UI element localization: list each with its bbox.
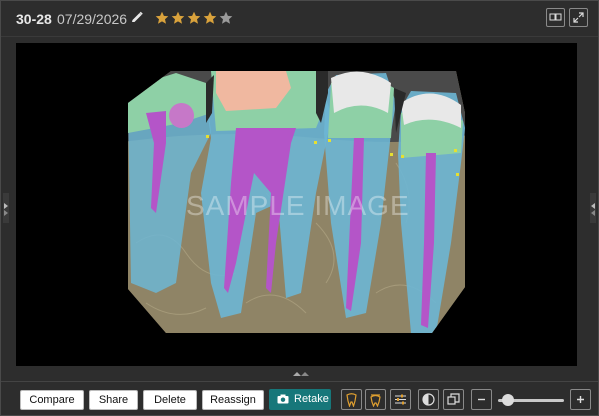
compare-layout-button[interactable] <box>546 8 565 27</box>
expand-icon <box>573 12 584 23</box>
star-filled-icon[interactable] <box>203 11 217 25</box>
retake-label: Retake <box>294 393 329 405</box>
right-panel-toggle[interactable] <box>590 193 596 223</box>
contrast-tool-button[interactable] <box>418 389 439 410</box>
tooth-icon <box>346 393 357 407</box>
sample-watermark: SAMPLE IMAGE <box>186 190 410 221</box>
bottom-toolbar: Compare Share Delete Reassign Retake <box>1 381 598 416</box>
plus-icon <box>577 396 584 403</box>
compare-layout-icon <box>549 13 562 21</box>
rating-stars[interactable] <box>155 11 233 25</box>
share-button[interactable]: Share <box>89 390 138 410</box>
reassign-button[interactable]: Reassign <box>202 390 264 410</box>
copy-tool-button[interactable] <box>443 389 464 410</box>
zoom-in-button[interactable] <box>570 389 591 410</box>
star-filled-icon[interactable] <box>155 11 169 25</box>
camera-icon <box>277 394 289 404</box>
tooth-crown-tool-button[interactable] <box>365 389 386 410</box>
compare-button[interactable]: Compare <box>20 390 84 410</box>
viewer-header: 30-28 07/29/2026 <box>1 1 598 37</box>
tooth-crown-icon <box>370 394 381 407</box>
adjust-tool-button[interactable] <box>390 389 411 410</box>
retake-button[interactable]: Retake <box>269 389 331 410</box>
tooth-tool-button[interactable] <box>341 389 362 410</box>
star-filled-icon[interactable] <box>187 11 201 25</box>
record-date: 07/29/2026 <box>57 11 128 27</box>
zoom-slider-thumb[interactable] <box>501 394 514 406</box>
left-panel-toggle[interactable] <box>3 193 9 223</box>
sliders-icon <box>395 394 406 405</box>
star-filled-icon[interactable] <box>171 11 185 25</box>
xray-viewport[interactable]: SAMPLE IMAGE <box>16 43 577 366</box>
contrast-icon <box>422 393 435 406</box>
image-viewer-window: 30-28 07/29/2026 SAMPLE IMAGE Compare Sh… <box>0 0 599 416</box>
star-empty-icon[interactable] <box>219 11 233 25</box>
delete-button[interactable]: Delete <box>143 390 197 410</box>
minus-icon <box>478 398 485 401</box>
record-id: 30-28 <box>16 11 52 27</box>
expand-button[interactable] <box>569 8 588 27</box>
copy-icon <box>447 393 460 405</box>
pencil-icon[interactable] <box>130 11 144 25</box>
bottom-panel-handle[interactable] <box>284 370 318 378</box>
zoom-out-button[interactable] <box>471 389 492 410</box>
